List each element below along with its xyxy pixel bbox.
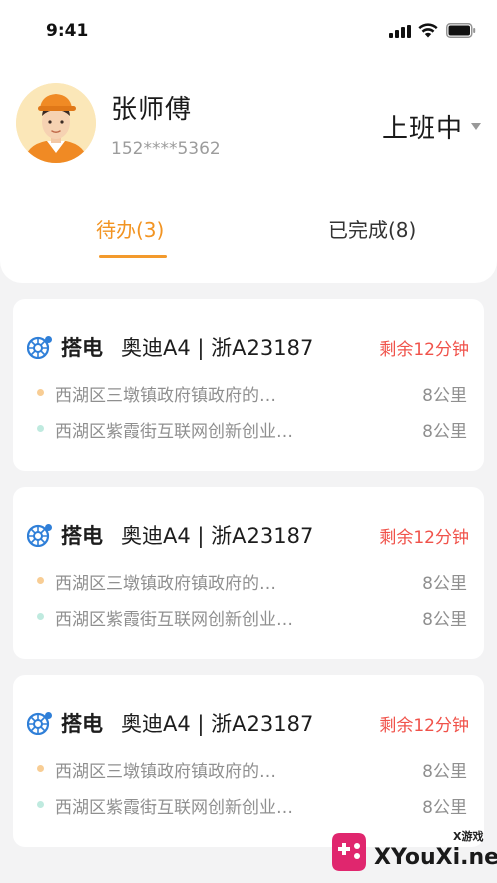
- destination-distance: 8公里: [422, 798, 467, 818]
- pickup-distance: 8公里: [422, 386, 467, 406]
- chevron-down-icon: [471, 123, 482, 130]
- destination-distance: 8公里: [422, 422, 467, 442]
- service-type: 搭电: [61, 336, 103, 360]
- signal-icon: [389, 25, 411, 38]
- pickup-address-row: 西湖区三墩镇政府镇政府的… 8公里: [37, 757, 467, 782]
- wheel-icon: [27, 712, 52, 735]
- service-type: 搭电: [61, 712, 103, 736]
- order-header: 搭电 奥迪A4 | 浙A23187 剩余12分钟: [27, 520, 470, 550]
- pickup-address: 西湖区三墩镇政府镇政府的…: [55, 574, 276, 594]
- order-header: 搭电 奥迪A4 | 浙A23187 剩余12分钟: [27, 332, 470, 362]
- destination-address-row: 西湖区紫霞街互联网创新创业… 8公里: [37, 417, 467, 442]
- destination-address-row: 西湖区紫霞街互联网创新创业… 8公里: [37, 605, 467, 630]
- destination-dot: [37, 425, 44, 432]
- remaining-time: 剩余12分钟: [379, 528, 469, 548]
- order-card[interactable]: 搭电 奥迪A4 | 浙A23187 剩余12分钟 西湖区三墩镇政府镇政府的… 8…: [13, 675, 484, 847]
- work-status-label: 上班中: [382, 114, 464, 144]
- order-card[interactable]: 搭电 奥迪A4 | 浙A23187 剩余12分钟 西湖区三墩镇政府镇政府的… 8…: [13, 487, 484, 659]
- driver-name: 张师傅: [111, 95, 193, 125]
- vehicle-info: 奥迪A4 | 浙A23187: [121, 524, 314, 548]
- vehicle-info: 奥迪A4 | 浙A23187: [121, 336, 314, 360]
- service-type: 搭电: [61, 524, 103, 548]
- pickup-address-row: 西湖区三墩镇政府镇政府的… 8公里: [37, 381, 467, 406]
- status-bar: 9:41: [0, 0, 497, 62]
- avatar[interactable]: [16, 83, 96, 163]
- order-header: 搭电 奥迪A4 | 浙A23187 剩余12分钟: [27, 708, 470, 738]
- battery-icon: [446, 23, 476, 38]
- site-watermark: X游戏 XYouXi.net: [326, 823, 497, 881]
- watermark-site-name: XYouXi.net: [374, 845, 497, 870]
- destination-address: 西湖区紫霞街互联网创新创业…: [55, 798, 293, 818]
- destination-distance: 8公里: [422, 610, 467, 630]
- order-card[interactable]: 搭电 奥迪A4 | 浙A23187 剩余12分钟 西湖区三墩镇政府镇政府的… 8…: [13, 299, 484, 471]
- remaining-time: 剩余12分钟: [379, 716, 469, 736]
- pickup-address-row: 西湖区三墩镇政府镇政府的… 8公里: [37, 569, 467, 594]
- pickup-dot: [37, 389, 44, 396]
- pickup-distance: 8公里: [422, 762, 467, 782]
- wifi-icon: [418, 23, 438, 38]
- gamepad-logo-icon: [332, 833, 366, 871]
- watermark-small-text: X游戏: [453, 830, 484, 843]
- mechanic-avatar-image: [16, 83, 96, 163]
- driver-phone: 152****5362: [111, 139, 221, 159]
- vehicle-info: 奥迪A4 | 浙A23187: [121, 712, 314, 736]
- destination-address: 西湖区紫霞街互联网创新创业…: [55, 610, 293, 630]
- pickup-dot: [37, 765, 44, 772]
- pickup-distance: 8公里: [422, 574, 467, 594]
- work-status-dropdown[interactable]: 上班中: [382, 108, 482, 145]
- remaining-time: 剩余12分钟: [379, 340, 469, 360]
- destination-dot: [37, 801, 44, 808]
- pickup-dot: [37, 577, 44, 584]
- tab-completed[interactable]: 已完成(8): [328, 214, 416, 243]
- tab-pending[interactable]: 待办(3): [96, 214, 164, 243]
- pickup-address: 西湖区三墩镇政府镇政府的…: [55, 386, 276, 406]
- status-time: 9:41: [46, 21, 89, 41]
- active-tab-indicator: [99, 255, 167, 258]
- destination-dot: [37, 613, 44, 620]
- header-panel: 9:41 张师傅 152****5362 上班中 待办(3) 已完成(8): [0, 0, 497, 283]
- pickup-address: 西湖区三墩镇政府镇政府的…: [55, 762, 276, 782]
- wheel-icon: [27, 524, 52, 547]
- destination-address: 西湖区紫霞街互联网创新创业…: [55, 422, 293, 442]
- destination-address-row: 西湖区紫霞街互联网创新创业… 8公里: [37, 793, 467, 818]
- wheel-icon: [27, 336, 52, 359]
